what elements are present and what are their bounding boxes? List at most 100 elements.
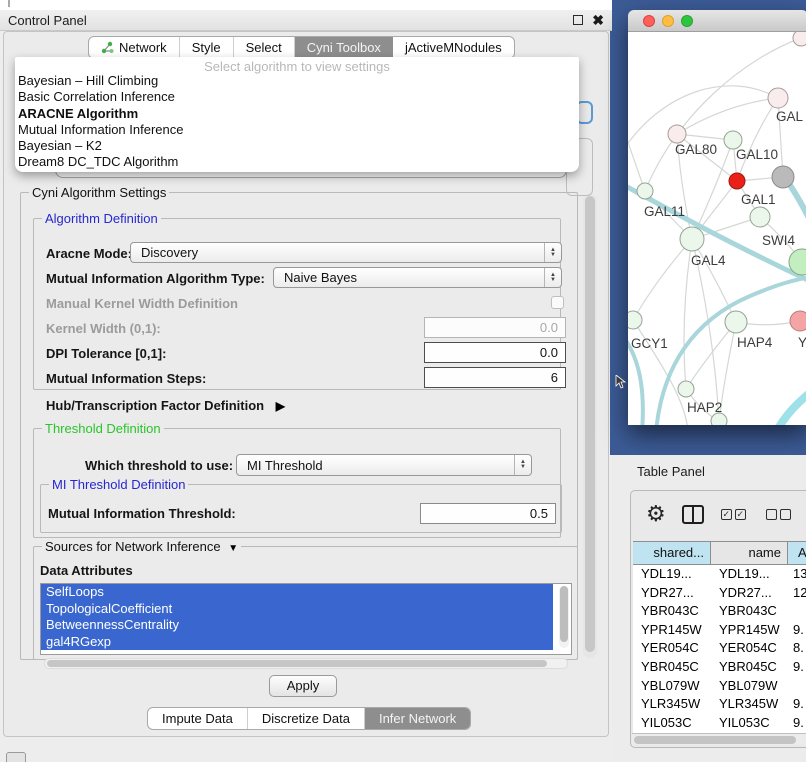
zoom-traffic-light-icon[interactable] bbox=[681, 15, 693, 27]
algorithm-option[interactable]: Mutual Information Inference bbox=[15, 122, 579, 138]
mi-algorithm-type-combobox[interactable]: Naive Bayes ▲▼ bbox=[273, 267, 562, 288]
network-node[interactable] bbox=[793, 32, 806, 46]
network-node[interactable] bbox=[772, 166, 794, 188]
network-edge[interactable] bbox=[692, 239, 736, 322]
data-attributes-list: SelfLoopsTopologicalCoefficientBetweenne… bbox=[40, 583, 572, 655]
aracne-mode-label: Aracne Mode: bbox=[46, 246, 132, 261]
tab-jactivemnodules[interactable]: jActiveMNodules bbox=[393, 37, 514, 58]
tab-discretize-data[interactable]: Discretize Data bbox=[248, 708, 365, 729]
attribute-list-item[interactable]: BetweennessCentrality bbox=[41, 617, 553, 634]
algorithm-option[interactable]: Basic Correlation Inference bbox=[15, 89, 579, 105]
algorithm-option[interactable]: Bayesian – Hill Climbing bbox=[15, 73, 579, 89]
network-node[interactable] bbox=[711, 413, 727, 425]
table-body: YDL19...YDL19...13YDR27...YDR27...12YBR0… bbox=[633, 565, 806, 733]
algorithm-option[interactable]: Bayesian – K2 bbox=[15, 138, 579, 154]
column-header-partial[interactable]: A bbox=[788, 542, 806, 564]
hub-definition-toggle[interactable]: Hub/Transcription Factor Definition ▶ bbox=[46, 398, 285, 413]
apply-button[interactable]: Apply bbox=[269, 675, 337, 697]
table-row[interactable]: YPR145WYPR145W9. bbox=[633, 621, 806, 640]
table-horizontal-scrollbar[interactable] bbox=[632, 733, 806, 745]
table-cell: YBR043C bbox=[633, 602, 711, 621]
network-node-hap2[interactable] bbox=[678, 381, 694, 397]
manual-kernel-width-checkbox[interactable] bbox=[551, 296, 564, 309]
algorithm-dropdown-prompt: Select algorithm to view settings bbox=[15, 59, 579, 73]
tab-impute-data[interactable]: Impute Data bbox=[148, 708, 248, 729]
attribute-list-item[interactable]: gal4RGexp bbox=[41, 634, 553, 651]
column-header-name[interactable]: name bbox=[711, 542, 788, 564]
table-row[interactable]: YLR345WYLR345W9. bbox=[633, 695, 806, 714]
table-panel-region: Table Panel ⚙ ✓ ✓ shared... name bbox=[612, 455, 806, 762]
dpi-tolerance-field[interactable]: 0.0 bbox=[424, 342, 566, 363]
attributes-horizontal-scrollbar[interactable] bbox=[44, 658, 568, 669]
network-edge[interactable] bbox=[633, 239, 692, 320]
checked-columns-icon[interactable]: ✓ ✓ bbox=[721, 509, 749, 520]
network-edge[interactable] bbox=[628, 136, 645, 191]
split-view-icon[interactable] bbox=[682, 505, 704, 524]
tab-select[interactable]: Select bbox=[234, 37, 295, 58]
table-cell: 8. bbox=[788, 639, 806, 658]
table-row[interactable]: YBR045CYBR045C9. bbox=[633, 658, 806, 677]
mi-threshold-field[interactable]: 0.5 bbox=[420, 503, 556, 524]
settings-vertical-scrollbar[interactable] bbox=[583, 194, 597, 658]
network-node-y[interactable] bbox=[790, 311, 806, 331]
which-threshold-combobox[interactable]: MI Threshold ▲▼ bbox=[236, 454, 532, 476]
table-row[interactable]: YIL053CYIL053C9. bbox=[633, 714, 806, 733]
attribute-list-item[interactable]: SelfLoops bbox=[41, 584, 553, 601]
scrollbar-thumb[interactable] bbox=[47, 660, 547, 667]
tab-infer-network[interactable]: Infer Network bbox=[365, 708, 470, 729]
table-cell: 9. bbox=[788, 621, 806, 640]
column-header-shared-name[interactable]: shared... bbox=[633, 542, 711, 564]
corner-widget[interactable] bbox=[6, 752, 26, 762]
network-edge[interactable] bbox=[656, 276, 806, 425]
network-node-gal[interactable] bbox=[768, 88, 788, 108]
tab-label: jActiveMNodules bbox=[405, 40, 502, 55]
gear-icon[interactable]: ⚙ bbox=[646, 501, 666, 527]
unchecked-columns-icon[interactable] bbox=[766, 509, 794, 520]
network-node[interactable] bbox=[729, 173, 745, 189]
kernel-width-field[interactable]: 0.0 bbox=[424, 317, 566, 338]
table-cell: YPR145W bbox=[711, 621, 788, 640]
mi-algorithm-type-label: Mutual Information Algorithm Type: bbox=[46, 271, 265, 286]
sources-legend[interactable]: Sources for Network Inference ▼ bbox=[42, 539, 241, 554]
algorithm-option[interactable]: ARACNE Algorithm bbox=[15, 106, 579, 122]
tab-style[interactable]: Style bbox=[180, 37, 234, 58]
resize-tick bbox=[8, 0, 10, 7]
network-edge[interactable] bbox=[737, 98, 778, 181]
scrollbar-thumb[interactable] bbox=[585, 196, 595, 652]
table-panel: ⚙ ✓ ✓ shared... name A YDL19...YDL bbox=[630, 490, 806, 748]
network-node-gal4[interactable] bbox=[680, 227, 704, 251]
float-window-icon[interactable] bbox=[573, 15, 583, 25]
network-node-gal11[interactable] bbox=[637, 183, 653, 199]
scrollbar-thumb[interactable] bbox=[560, 586, 568, 642]
tab-cyni-toolbox[interactable]: Cyni Toolbox bbox=[295, 37, 393, 58]
close-icon[interactable]: ✖ bbox=[592, 15, 604, 25]
network-edge[interactable] bbox=[686, 322, 736, 389]
network-node-gal1[interactable] bbox=[750, 207, 770, 227]
table-row[interactable]: YDL19...YDL19...13 bbox=[633, 565, 806, 584]
tab-network[interactable]: Network bbox=[89, 37, 180, 58]
table-cell: YBR043C bbox=[711, 602, 788, 621]
tab-label: Discretize Data bbox=[262, 711, 350, 726]
table-row[interactable]: YER054CYER054C8. bbox=[633, 639, 806, 658]
table-cell: YDR27... bbox=[633, 584, 711, 603]
close-traffic-light-icon[interactable] bbox=[643, 15, 655, 27]
aracne-mode-combobox[interactable]: Discovery ▲▼ bbox=[130, 242, 562, 263]
scrollbar-thumb[interactable] bbox=[634, 736, 796, 744]
network-node-label: Y bbox=[798, 335, 806, 350]
table-row[interactable]: YDR27...YDR27...12 bbox=[633, 584, 806, 603]
network-node-gal80[interactable] bbox=[668, 125, 686, 143]
network-canvas[interactable]: GALGAL80GAL10GAL1GAL11SWI4GAL4GCY1HAP4YH… bbox=[628, 32, 806, 425]
algorithm-option[interactable]: Dream8 DC_TDC Algorithm bbox=[15, 154, 579, 170]
network-node-hap4[interactable] bbox=[725, 311, 747, 333]
table-row[interactable]: YBR043CYBR043C bbox=[633, 602, 806, 621]
network-edge[interactable] bbox=[788, 182, 806, 232]
network-node-gcy1[interactable] bbox=[628, 311, 642, 329]
minimize-traffic-light-icon[interactable] bbox=[662, 15, 674, 27]
attributes-vertical-scrollbar[interactable] bbox=[559, 586, 569, 648]
attribute-list-item[interactable]: TopologicalCoefficient bbox=[41, 601, 553, 618]
table-row[interactable]: YBL079WYBL079W bbox=[633, 677, 806, 696]
mi-steps-field[interactable]: 6 bbox=[424, 367, 566, 388]
table-cell: YDL19... bbox=[633, 565, 711, 584]
network-window-titlebar[interactable] bbox=[628, 10, 806, 32]
network-edge[interactable] bbox=[776, 386, 806, 425]
